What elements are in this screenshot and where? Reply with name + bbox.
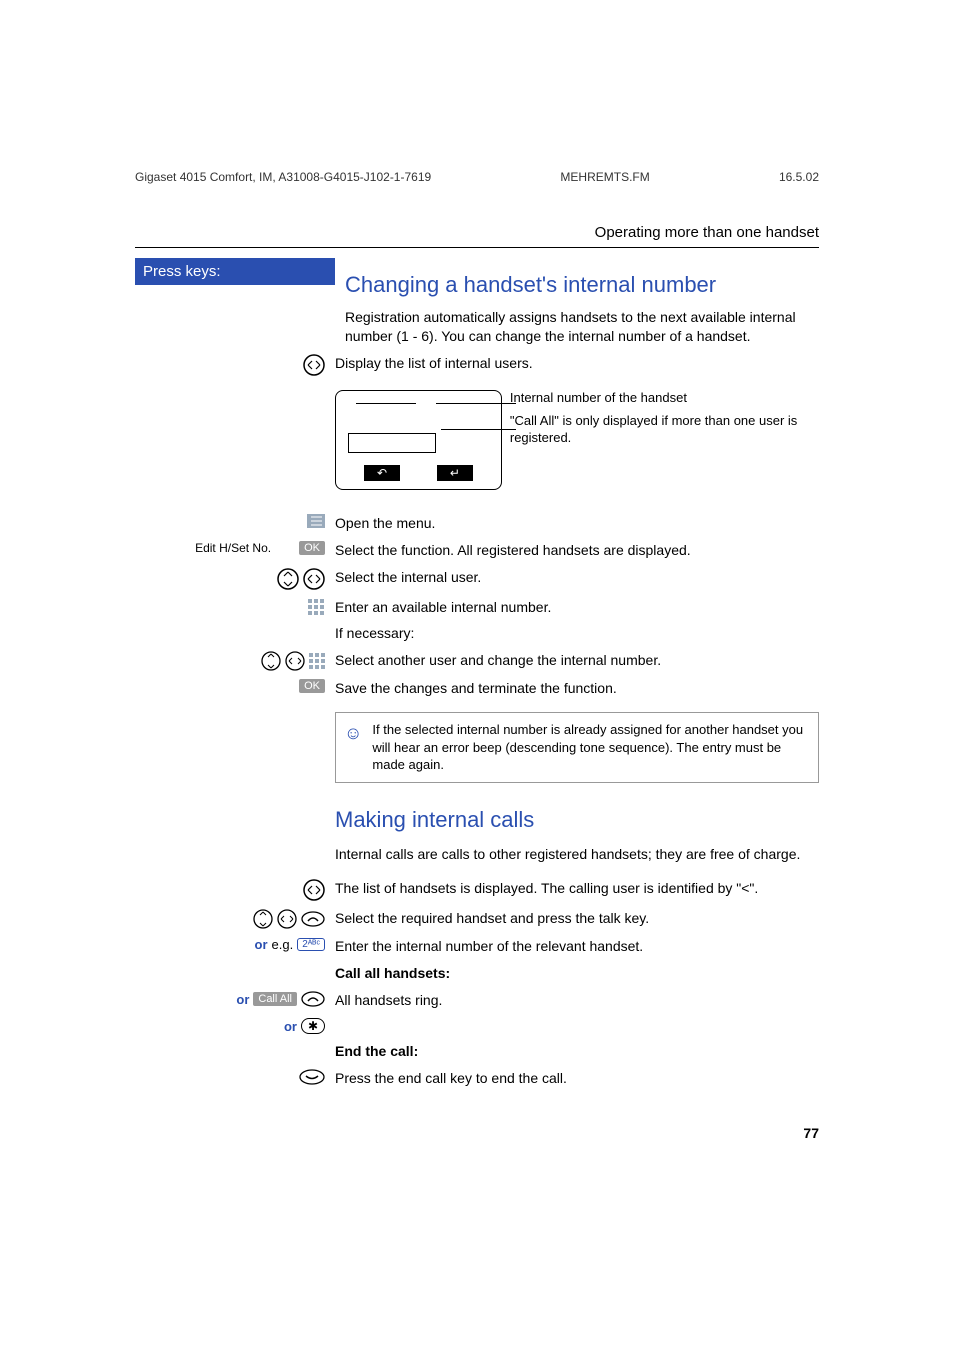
- eg-label: e.g.: [272, 937, 294, 952]
- ok-button: OK: [299, 679, 325, 693]
- step-open-menu: Open the menu.: [335, 514, 819, 533]
- nav-left-right-icon: [285, 651, 305, 671]
- or-label: or: [255, 937, 268, 952]
- nav-up-down-icon: [253, 909, 273, 929]
- talk-key-icon: [301, 991, 325, 1007]
- press-keys-header: Press keys:: [135, 258, 335, 285]
- menu-edit-hset: Edit H/Set No.: [195, 541, 271, 555]
- heading-change-number: Changing a handset's internal number: [345, 272, 819, 298]
- call-all-heading: Call all handsets:: [335, 964, 819, 983]
- key-2-icon: 2ᴬᴮᶜ: [297, 938, 325, 951]
- ok-button: OK: [299, 541, 325, 555]
- nav-up-down-icon: [261, 651, 281, 671]
- nav-left-right-icon: [277, 909, 297, 929]
- nav-left-right-icon: [303, 879, 325, 901]
- doc-date: 16.5.02: [779, 170, 819, 184]
- step-end-call: Press the end call key to end the call.: [335, 1069, 819, 1088]
- menu-icon: [307, 514, 325, 528]
- step-select-user: Select the internal user.: [335, 568, 819, 587]
- end-call-heading: End the call:: [335, 1042, 819, 1061]
- note-box: ☺ If the selected internal number is alr…: [335, 712, 819, 783]
- or-label: or: [236, 992, 249, 1007]
- nav-up-down-icon: [277, 568, 299, 590]
- step-save: Save the changes and terminate the funct…: [335, 679, 819, 698]
- talk-key-icon: [301, 911, 325, 927]
- phone-display-diagram: ↶ ↵ Internal number of the handset "Call…: [335, 390, 819, 490]
- softkey-back-icon: ↶: [364, 465, 400, 481]
- section-title: Operating more than one handset: [135, 224, 819, 248]
- end-call-key-icon: [299, 1069, 325, 1085]
- if-necessary-label: If necessary:: [335, 624, 819, 643]
- header-meta: Gigaset 4015 Comfort, IM, A31008-G4015-J…: [135, 170, 819, 184]
- page-number: 77: [803, 1125, 819, 1141]
- file-name: MEHREMTS.FM: [560, 170, 649, 184]
- doc-id: Gigaset 4015 Comfort, IM, A31008-G4015-J…: [135, 170, 431, 184]
- nav-left-right-icon: [303, 568, 325, 590]
- keypad-icon: [309, 653, 325, 669]
- softkey-enter-icon: ↵: [437, 465, 473, 481]
- step-list-handsets: The list of handsets is displayed. The c…: [335, 879, 819, 898]
- nav-left-right-icon: [303, 354, 325, 376]
- intro-text-1: Registration automatically assigns hands…: [345, 308, 819, 346]
- keypad-icon: [307, 598, 325, 616]
- step-enter-number: Enter an available internal number.: [335, 598, 819, 617]
- step-all-ring: All handsets ring.: [335, 991, 819, 1010]
- note-text: If the selected internal number is alrea…: [372, 721, 810, 774]
- step-select-required: Select the required handset and press th…: [335, 909, 819, 928]
- step-select-function: Select the function. All registered hand…: [335, 541, 819, 560]
- or-label: or: [284, 1019, 297, 1034]
- intro-text-2: Internal calls are calls to other regist…: [335, 845, 819, 864]
- star-key-icon: ✱: [301, 1018, 325, 1034]
- info-icon: ☺: [344, 721, 362, 774]
- heading-making-calls: Making internal calls: [335, 805, 819, 835]
- step-display-list: Display the list of internal users.: [335, 354, 819, 373]
- step-select-another: Select another user and change the inter…: [335, 651, 819, 670]
- step-enter-internal: Enter the internal number of the relevan…: [335, 937, 819, 956]
- callout-call-all: "Call All" is only displayed if more tha…: [510, 413, 819, 447]
- callout-internal-number: Internal number of the handset: [510, 390, 819, 407]
- call-all-button: Call All: [253, 992, 297, 1006]
